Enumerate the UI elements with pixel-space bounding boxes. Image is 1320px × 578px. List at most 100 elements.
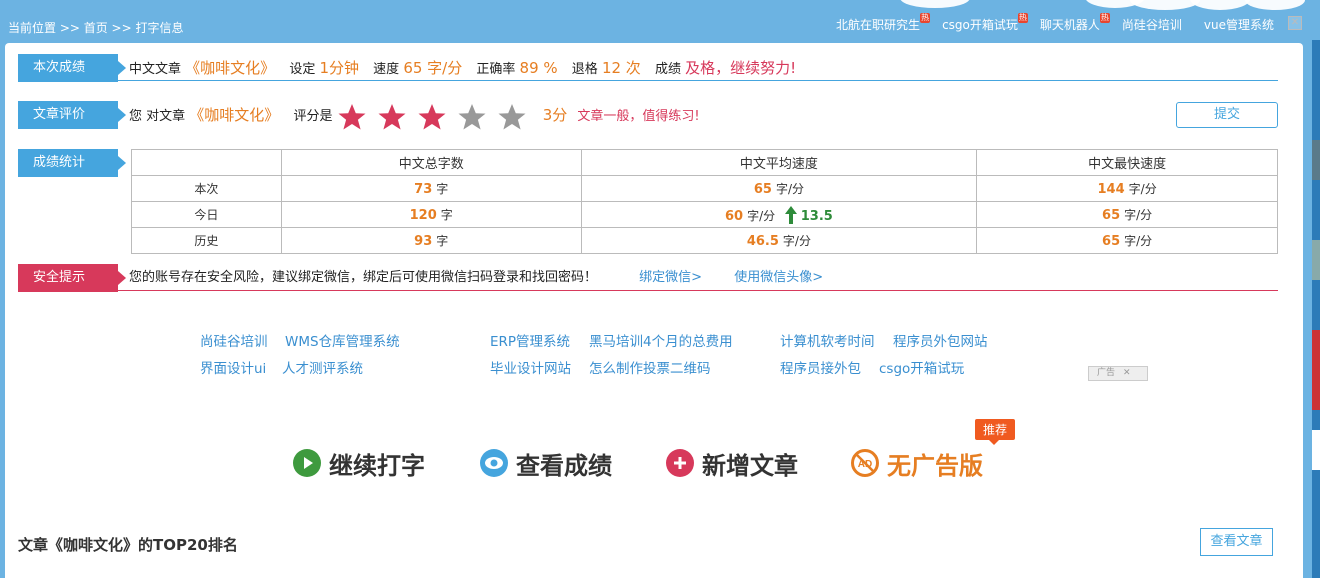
unit: 字/分: [1128, 182, 1157, 196]
table-header: [131, 149, 282, 176]
security-row: 安全提示 您的账号存在安全风险，建议绑定微信，绑定后可使用微信扫码登录和找回密码…: [18, 264, 1278, 292]
ad-link[interactable]: 程序员外包网站: [893, 330, 988, 350]
add-article-label: 新增文章: [702, 451, 798, 480]
security-text: 您的账号存在安全风险，建议绑定微信，绑定后可使用微信扫码登录和找回密码！: [129, 270, 598, 285]
score-value: 及格，继续努力!: [685, 59, 797, 77]
hot-badge: 热: [1017, 13, 1028, 23]
setting-value: 1分钟: [319, 59, 360, 77]
rating-score: 3分: [542, 106, 568, 124]
row-label: 本次: [131, 175, 282, 202]
row-label: 历史: [131, 227, 282, 254]
avg-cell: 65 字/分: [580, 175, 978, 202]
security-tag: 安全提示: [18, 264, 126, 292]
bind-wechat-link[interactable]: 绑定微信>: [639, 270, 702, 285]
no-ads-button[interactable]: AD 无广告版: [851, 443, 983, 483]
add-article-button[interactable]: 新增文章: [666, 443, 798, 483]
view-score-label: 查看成绩: [516, 451, 612, 480]
star-rating[interactable]: [337, 103, 527, 131]
top-bar: 当前位置 >> 首页 >> 打字信息 北航在职研究生热 csgo开箱试玩热 聊天…: [0, 0, 1320, 42]
top-link-label: 聊天机器人: [1039, 18, 1100, 32]
top-link-label: 北航在职研究生: [836, 18, 921, 32]
table-header: 中文平均速度: [580, 149, 978, 176]
star-empty-icon[interactable]: [457, 103, 487, 131]
ad-link[interactable]: ERP管理系统: [490, 330, 570, 350]
table-header-row: 中文总字数 中文平均速度 中文最快速度: [131, 149, 1278, 176]
table-header: 中文总字数: [280, 149, 582, 176]
unit: 字/分: [747, 208, 776, 223]
rating-comment: 文章一般，值得练习!: [577, 109, 700, 124]
rating-row: 文章评价 您 对文章 《咖啡文化》 评分是 3分 文章一般，值得练习! 提交: [18, 101, 1278, 129]
total-value: 120: [409, 208, 437, 223]
unit: 字/分: [775, 182, 804, 196]
max-cell: 65 字/分: [976, 201, 1278, 228]
view-score-button[interactable]: 查看成绩: [480, 443, 612, 483]
wechat-avatar-link[interactable]: 使用微信头像>: [734, 270, 823, 285]
continue-typing-label: 继续打字: [329, 451, 425, 480]
avg-cell: 60 字/分 13.5: [580, 201, 978, 228]
submit-button[interactable]: 提交: [1176, 102, 1278, 128]
result-tag: 本次成绩: [18, 54, 126, 82]
hot-badge: 热: [1099, 13, 1110, 23]
top-link-chatbot[interactable]: 聊天机器人热: [1039, 13, 1110, 33]
star-filled-icon[interactable]: [417, 103, 447, 131]
svg-text:AD: AD: [858, 459, 872, 470]
ad-link[interactable]: WMS仓库管理系统: [285, 330, 400, 350]
max-value: 144: [1097, 182, 1125, 197]
accuracy-value: 89 %: [519, 59, 558, 77]
top-links: 北航在职研究生热 csgo开箱试玩热 聊天机器人热 尚硅谷培训 vue管理系统: [836, 13, 1284, 33]
star-filled-icon[interactable]: [337, 103, 367, 131]
top-link-label: vue管理系统: [1203, 18, 1274, 32]
close-icon[interactable]: ✕: [1288, 16, 1302, 30]
recommend-badge: 推荐: [975, 419, 1016, 445]
total-cell: 73 字: [280, 175, 582, 202]
article-label: 中文文章: [129, 62, 182, 77]
stats-tag: 成绩统计: [18, 149, 126, 177]
setting-label: 设定: [289, 62, 316, 77]
ad-link[interactable]: 界面设计ui: [200, 357, 266, 377]
top-link-atguigu[interactable]: 尚硅谷培训: [1122, 16, 1192, 33]
top-link-csgo[interactable]: csgo开箱试玩热: [942, 13, 1028, 33]
view-article-button[interactable]: 查看文章: [1200, 528, 1273, 556]
ad-link[interactable]: 人才测评系统: [282, 357, 363, 377]
max-cell: 144 字/分: [976, 175, 1278, 202]
unit: 字: [440, 208, 453, 222]
total-value: 73: [414, 182, 433, 197]
star-empty-icon[interactable]: [497, 103, 527, 131]
rating-text: 您 对文章 《咖啡文化》 评分是 3分 文章一般，值得练习!: [129, 101, 700, 129]
rating-article-title: 《咖啡文化》: [189, 106, 280, 124]
continue-typing-button[interactable]: 继续打字: [293, 443, 425, 483]
no-ads-label: 无广告版: [887, 451, 983, 480]
ad-link[interactable]: 毕业设计网站: [490, 357, 571, 377]
hot-badge: 热: [920, 13, 931, 23]
top-link-label: csgo开箱试玩: [942, 18, 1018, 32]
ranking-title: 文章《咖啡文化》的TOP20排名: [18, 536, 238, 554]
cloud-decoration: [1130, 0, 1200, 10]
star-filled-icon[interactable]: [377, 103, 407, 131]
ad-link[interactable]: 计算机软考时间: [780, 330, 875, 350]
breadcrumb[interactable]: 当前位置 >> 首页 >> 打字信息: [8, 19, 183, 36]
unit: 字/分: [1124, 208, 1153, 222]
cloud-decoration: [1245, 0, 1305, 10]
unit: 字: [436, 234, 449, 248]
ad-label[interactable]: 广告 ✕: [1088, 366, 1148, 381]
ad-link[interactable]: 尚硅谷培训: [200, 330, 268, 350]
ad-link[interactable]: csgo开箱试玩: [879, 357, 964, 377]
unit: 字: [436, 182, 449, 196]
ad-link[interactable]: 程序员接外包: [780, 357, 861, 377]
top-link-beihang[interactable]: 北航在职研究生热: [836, 13, 931, 33]
backspace-value: 12 次: [601, 59, 641, 77]
score-label: 成绩: [654, 62, 681, 77]
side-ad-strip[interactable]: [1312, 40, 1320, 578]
total-cell: 93 字: [280, 227, 582, 254]
rating-tag: 文章评价: [18, 101, 126, 129]
top-link-vue[interactable]: vue管理系统: [1204, 16, 1284, 33]
backspace-label: 退格: [571, 62, 598, 77]
ad-link[interactable]: 黑马培训4个月的总费用: [589, 330, 733, 350]
ad-link[interactable]: 怎么制作投票二维码: [589, 357, 711, 377]
close-icon[interactable]: ✕: [1123, 368, 1131, 378]
security-text-wrap: 您的账号存在安全风险，建议绑定微信，绑定后可使用微信扫码登录和找回密码！ 绑定微…: [129, 264, 823, 292]
avg-value: 65: [753, 182, 772, 197]
speed-value: 65 字/分: [403, 59, 463, 77]
avg-cell: 46.5 字/分: [580, 227, 978, 254]
result-text: 中文文章 《咖啡文化》 设定 1分钟 速度 65 字/分 正确率 89 % 退格…: [129, 54, 796, 82]
